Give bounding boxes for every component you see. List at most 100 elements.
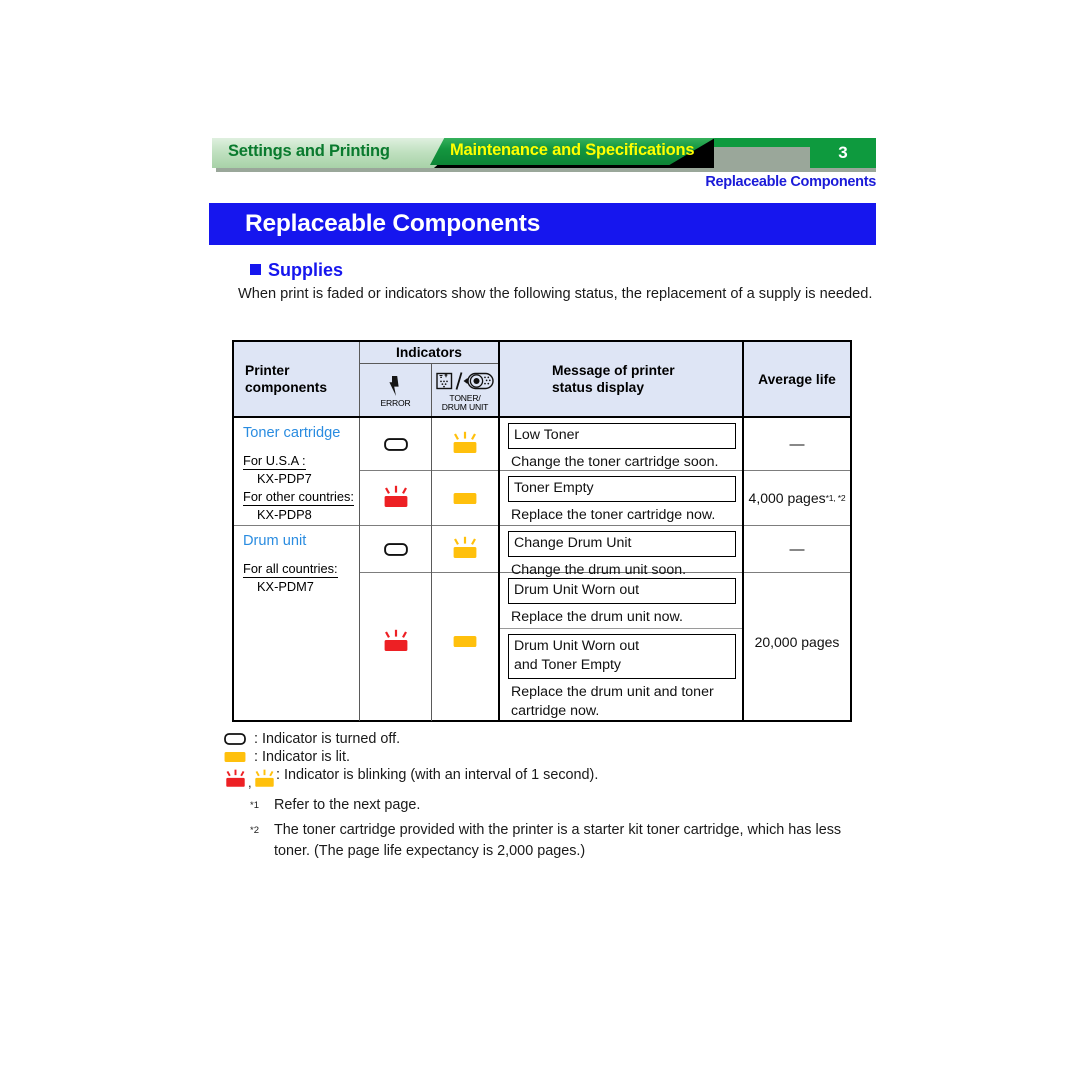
toner-caption-line1: TONER/ [449, 392, 481, 403]
column-status-messages: Low Toner Change the toner cartridge soo… [500, 418, 744, 721]
section-intro-text: When print is faded or indicators show t… [238, 286, 873, 302]
component-model-pdm7: KX-PDM7 [257, 579, 314, 594]
lamp-lit-yellow-icon [453, 635, 477, 648]
status-display-box: Toner Empty [508, 476, 736, 502]
message-cell-toner-empty: Toner Empty Replace the toner cartridge … [500, 471, 742, 526]
status-display-box-line2: and Toner Empty [514, 657, 621, 673]
lamp-blinking-yellow-icon [253, 769, 276, 790]
status-action-text-line2: cartridge now. [511, 703, 600, 719]
page-title: Replaceable Components [245, 210, 541, 237]
legend-label-lit: : Indicator is lit. [254, 749, 350, 765]
table-header-indicators-group: Indicators ERROR TONER/ DRUM UNIT [360, 342, 500, 416]
section-heading-label: Supplies [268, 260, 344, 280]
lamp-off-icon [383, 437, 408, 451]
status-action-text: Replace the toner cartridge now. [511, 507, 716, 523]
life-cell-r4: 20,000 pages [744, 573, 850, 710]
status-display-box: Drum Unit Worn out [508, 578, 736, 604]
table-body: Toner cartridge For U.S.A : KX-PDP7 For … [234, 418, 850, 721]
lamp-blinking-red-icon [382, 629, 410, 655]
lamp-lit-yellow-icon [453, 492, 477, 505]
supplies-table: Printer components Indicators ERROR TONE… [232, 340, 852, 722]
message-cell-drum-worn: Drum Unit Worn out Replace the drum unit… [500, 573, 742, 629]
component-group-drum: Drum unit For all countries: KX-PDM7 [234, 526, 359, 719]
running-head: Replaceable Components [705, 174, 876, 190]
legend-label-off: : Indicator is turned off. [254, 731, 401, 747]
life-cell-r2: 4,000 pages *1, *2 [744, 471, 850, 526]
bullet-square-icon [250, 264, 261, 275]
legend-row-lit: : Indicator is lit. [224, 749, 864, 767]
page-title-bar: Replaceable Components [209, 203, 876, 245]
toner-caption-line2: DRUM UNIT [441, 402, 489, 412]
lamp-blinking-yellow-icon [451, 536, 479, 562]
legend-row-blinking: , : Indicator is blinking (with an inter… [224, 767, 864, 790]
lamp-cell-toner-r3 [432, 526, 498, 573]
footnote-2-text: The toner cartridge provided with the pr… [274, 822, 842, 859]
header-message-line2: status display [552, 380, 645, 395]
status-display-box: Drum Unit Worn out and Toner Empty [508, 634, 736, 679]
status-action-text: Replace the drum unit now. [511, 609, 683, 625]
component-region-other: For other countries: [243, 489, 354, 506]
lamp-blinking-red-icon [382, 485, 410, 511]
footnote-1-text: Refer to the next page. [274, 797, 421, 813]
life-value: — [789, 435, 805, 453]
component-title-drum: Drum unit [243, 533, 307, 549]
lamp-blinking-red-icon [224, 769, 247, 790]
life-value: 4,000 pages [748, 490, 826, 506]
legend-label-blinking: : Indicator is blinking (with an interva… [276, 767, 599, 783]
table-header-message: Message of printer status display [500, 342, 744, 416]
status-action-text: Change the toner cartridge soon. [511, 454, 719, 470]
error-caption: ERROR [380, 397, 411, 408]
table-header-printer-components: Printer components [234, 342, 360, 416]
page-number: 3 [838, 143, 848, 162]
tab-maintenance-and-specifications-label: Maintenance and Specifications [450, 141, 695, 159]
table-header-row: Printer components Indicators ERROR TONE… [234, 342, 850, 418]
column-error-lamp [360, 418, 432, 721]
footnote-1: *1 Refer to the next page. [250, 795, 860, 816]
status-display-box: Low Toner [508, 423, 736, 449]
lamp-blinking-yellow-icon [451, 431, 479, 457]
component-model-pdp7: KX-PDP7 [257, 471, 312, 486]
lamp-lit-yellow-icon [224, 749, 254, 763]
lamp-cell-error-r1 [360, 418, 431, 471]
component-region-usa: For U.S.A : [243, 453, 306, 470]
document-page: Settings and Printing Maintenance and Sp… [0, 0, 1080, 1080]
status-display-box: Change Drum Unit [508, 531, 736, 557]
table-header-average-life: Average life [758, 371, 836, 387]
footnote-1-marker: *1 [250, 795, 259, 821]
message-cell-change-drum: Change Drum Unit Change the drum unit so… [500, 526, 742, 578]
legend-row-off: : Indicator is turned off. [224, 731, 864, 749]
footnote-1-marker-text: *1 [250, 800, 259, 811]
lamp-off-icon [383, 542, 408, 556]
footnotes: *1 Refer to the next page. *2 The toner … [250, 795, 860, 866]
footnote-2-marker: *2 [250, 820, 259, 846]
section-tab-bar: Settings and Printing Maintenance and Sp… [212, 138, 876, 172]
life-cell-r3: — [744, 526, 850, 573]
toner-drum-caption: TONER/ DRUM UNIT [441, 392, 489, 413]
status-display-box-line1: Drum Unit Worn out [514, 638, 640, 654]
footnote-2-marker-text: *2 [250, 825, 259, 836]
lamp-cell-toner-r4 [432, 573, 498, 710]
life-value: 20,000 pages [754, 633, 840, 650]
life-value: — [789, 540, 805, 558]
error-lightning-icon [389, 375, 402, 396]
component-title-toner: Toner cartridge [243, 425, 341, 441]
lamp-cell-error-r4 [360, 573, 431, 710]
column-average-life: — 4,000 pages *1, *2 — 20,000 pages [744, 418, 850, 721]
header-message-line1: Message of printer [552, 363, 675, 378]
component-model-pdp8: KX-PDP8 [257, 507, 312, 522]
table-header-indicators: Indicators [360, 342, 498, 364]
toner-drum-unit-icon [436, 371, 494, 391]
section-heading: Supplies [250, 260, 343, 281]
column-indicators [360, 418, 500, 721]
header-components-line1: Printer [245, 363, 290, 378]
lamp-cell-toner-r2 [432, 471, 498, 526]
tab-settings-and-printing-label: Settings and Printing [228, 142, 390, 160]
component-region-all: For all countries: [243, 561, 338, 578]
header-components-line2: components [245, 380, 328, 395]
component-group-toner: Toner cartridge For U.S.A : KX-PDP7 For … [234, 418, 359, 526]
legend-comma: , [248, 775, 252, 790]
message-cell-drum-worn-and-toner-empty: Drum Unit Worn out and Toner Empty Repla… [500, 629, 742, 719]
lamp-off-icon [224, 731, 254, 745]
lamp-blinking-pair-icon: , [224, 767, 276, 790]
status-action-text: Replace the drum unit and toner cartridg… [508, 679, 736, 723]
